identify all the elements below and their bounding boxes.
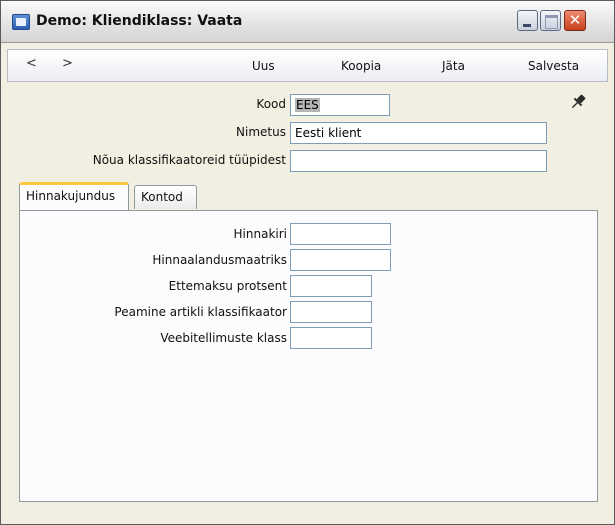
code-value: EES (295, 98, 320, 112)
copy-button[interactable]: Koopia (341, 59, 381, 73)
save-button[interactable]: Salvesta (528, 59, 579, 73)
forward-button[interactable]: > (62, 56, 73, 71)
main-item-classifier-label: Peamine artikli klassifikaator (114, 305, 287, 319)
tab-panel-pricing: Hinnakiri Hinnaalandusmaatriks Ettemaksu… (19, 210, 598, 502)
main-item-classifier-field[interactable] (290, 301, 372, 323)
code-label: Kood (256, 97, 286, 111)
cancel-button[interactable]: Jäta (442, 59, 465, 73)
title-bar[interactable]: Demo: Kliendiklass: Vaata ✕ (1, 1, 614, 43)
form-area: Kood EES Nimetus Eesti klient Nõua klass… (7, 86, 608, 520)
tab-pricing[interactable]: Hinnakujundus (19, 182, 129, 210)
web-order-class-label: Veebitellimuste klass (160, 331, 287, 345)
price-list-field[interactable] (290, 223, 391, 245)
window-title: Demo: Kliendiklass: Vaata (36, 13, 243, 29)
maximize-button[interactable] (540, 10, 561, 31)
back-button[interactable]: < (26, 56, 37, 71)
window-app-icon (12, 14, 30, 30)
discount-matrix-field[interactable] (290, 249, 391, 271)
name-label: Nimetus (236, 125, 286, 139)
tab-accounts[interactable]: Kontod (134, 185, 197, 209)
price-list-label: Hinnakiri (233, 227, 287, 241)
web-order-class-field[interactable] (290, 327, 372, 349)
app-window: Demo: Kliendiklass: Vaata ✕ < > Uus Koop… (0, 0, 615, 525)
prepayment-label: Ettemaksu protsent (168, 279, 287, 293)
toolbar: < > Uus Koopia Jäta Salvesta (7, 49, 608, 82)
close-button[interactable]: ✕ (564, 10, 586, 31)
discount-matrix-label: Hinnaalandusmaatriks (152, 253, 287, 267)
code-field[interactable]: EES (290, 94, 390, 116)
close-icon: ✕ (568, 11, 582, 29)
prepayment-field[interactable] (290, 275, 372, 297)
require-classifiers-label: Nõua klassifikaatoreid tüüpidest (92, 153, 286, 167)
minimize-button[interactable] (517, 10, 538, 31)
name-field[interactable]: Eesti klient (290, 122, 547, 144)
require-classifiers-field[interactable] (290, 150, 547, 172)
new-button[interactable]: Uus (252, 59, 275, 73)
pin-icon[interactable] (569, 93, 587, 111)
